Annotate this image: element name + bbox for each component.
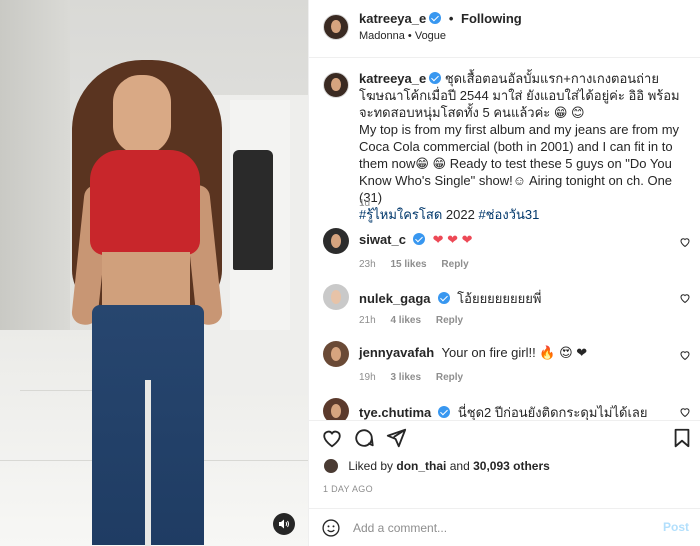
post-action-bar <box>309 420 700 452</box>
commenter-username[interactable]: nulek_gaga <box>359 291 431 306</box>
likes-summary: Liked by don_thai and 30,093 others <box>323 458 550 474</box>
separator-dot: • <box>448 11 454 26</box>
comment-text: โอ้ยยยยยยยยพี่ <box>457 291 542 306</box>
speaker-icon <box>279 519 289 529</box>
media-hanging-jacket <box>233 150 273 270</box>
heart-icon[interactable] <box>679 292 691 304</box>
comment-bubble-icon[interactable] <box>353 427 375 449</box>
save-bookmark-icon[interactable] <box>671 427 693 449</box>
comment-likes[interactable]: 15 likes <box>390 259 426 270</box>
liker-avatar[interactable] <box>323 458 339 474</box>
commenter-avatar[interactable] <box>323 228 349 254</box>
comment-text-line: siwat_c ❤ ❤ ❤ <box>359 232 659 248</box>
caption-avatar[interactable] <box>323 72 349 98</box>
add-comment-input[interactable] <box>353 519 633 537</box>
emoji-smiley-icon[interactable] <box>321 518 341 538</box>
commenter-avatar[interactable] <box>323 341 349 367</box>
reply-button[interactable]: Reply <box>436 372 463 383</box>
comment-item: siwat_c ❤ ❤ ❤ 23h 15 likes Reply <box>309 228 700 288</box>
commenter-avatar[interactable] <box>323 398 349 420</box>
like-heart-icon[interactable] <box>321 427 343 449</box>
media-person-face <box>113 75 171 155</box>
verified-badge-icon <box>412 233 425 245</box>
post-header: katreeya_e • Following Madonna • Vogue <box>309 0 700 58</box>
verified-badge-icon <box>438 406 451 418</box>
liker-username[interactable]: don_thai <box>396 459 446 473</box>
media-person-waist <box>102 252 190 312</box>
media-jeans-gap <box>145 380 151 546</box>
caption-year: 2022 <box>445 207 475 222</box>
comment-text: ❤ ❤ ❤ <box>432 232 473 247</box>
comment-item: tye.chutima นี่ชุด2 ปีก่อนยังติดกระดุมไม… <box>309 398 700 420</box>
post-time-ago[interactable]: 1 DAY AGO <box>323 484 373 494</box>
caption-username[interactable]: katreeya_e <box>359 71 426 86</box>
comment-meta: 19h 3 likes Reply <box>359 372 475 383</box>
heart-icon[interactable] <box>679 406 691 418</box>
comment-time[interactable]: 21h <box>359 315 376 326</box>
comment-item: nulek_gaga โอ้ยยยยยยยยพี่ 21h 4 likes Re… <box>309 284 700 344</box>
author-username[interactable]: katreeya_e <box>359 11 426 26</box>
comment-text-line: nulek_gaga โอ้ยยยยยยยยพี่ <box>359 288 659 309</box>
post-media[interactable] <box>0 0 308 546</box>
add-comment-bar: Post <box>309 508 700 546</box>
comment-text-line: tye.chutima นี่ชุด2 ปีก่อนยังติดกระดุมไม… <box>359 402 659 420</box>
author-line: katreeya_e • Following <box>359 11 522 26</box>
comment-meta: 21h 4 likes Reply <box>359 315 475 326</box>
audio-attribution[interactable]: Madonna • Vogue <box>359 30 446 42</box>
comment-time[interactable]: 23h <box>359 259 376 270</box>
liked-by-prefix: Liked by <box>348 459 394 473</box>
heart-icon[interactable] <box>679 236 691 248</box>
share-send-icon[interactable] <box>385 427 407 449</box>
hashtag-link[interactable]: #รู้ไหมใครโสด <box>359 207 442 222</box>
comment-likes[interactable]: 3 likes <box>390 372 421 383</box>
following-button[interactable]: Following <box>461 11 522 26</box>
comments-scroll-area[interactable]: katreeya_e ชุดเสื้อตอนอัลบั้มแรก+กางเกงต… <box>309 58 700 420</box>
heart-icon[interactable] <box>679 349 691 361</box>
sound-toggle-button[interactable] <box>273 513 295 535</box>
caption-english-text: My top is from my first album and my jea… <box>359 122 680 205</box>
commenter-username[interactable]: tye.chutima <box>359 405 431 420</box>
comment-text: Your on fire girl!! 🔥 😍 ❤ <box>441 345 588 360</box>
comment-text-line: jennyavafah Your on fire girl!! 🔥 😍 ❤ <box>359 345 659 361</box>
liked-by-and: and <box>449 459 470 473</box>
comment-item: jennyavafah Your on fire girl!! 🔥 😍 ❤ 19… <box>309 341 700 401</box>
reply-button[interactable]: Reply <box>436 315 463 326</box>
reply-button[interactable]: Reply <box>441 259 468 270</box>
comment-likes[interactable]: 4 likes <box>390 315 421 326</box>
commenter-username[interactable]: siwat_c <box>359 232 406 247</box>
comment-time[interactable]: 19h <box>359 372 376 383</box>
verified-badge-icon <box>429 12 442 24</box>
post-caption: katreeya_e ชุดเสื้อตอนอัลบั้มแรก+กางเกงต… <box>359 70 685 223</box>
comment-meta: 23h 15 likes Reply <box>359 259 481 270</box>
commenter-avatar[interactable] <box>323 284 349 310</box>
commenter-username[interactable]: jennyavafah <box>359 345 434 360</box>
likes-count[interactable]: 30,093 others <box>473 459 550 473</box>
post-comment-button[interactable]: Post <box>663 520 689 534</box>
caption-timestamp[interactable]: 1d <box>359 198 370 209</box>
media-person-red-top <box>90 150 200 255</box>
post-details-panel: katreeya_e • Following Madonna • Vogue k… <box>308 0 700 546</box>
author-avatar[interactable] <box>323 14 349 40</box>
verified-badge-icon <box>437 292 450 304</box>
hashtag-link[interactable]: #ช่องวัน31 <box>478 207 539 222</box>
verified-badge-icon <box>429 72 442 84</box>
